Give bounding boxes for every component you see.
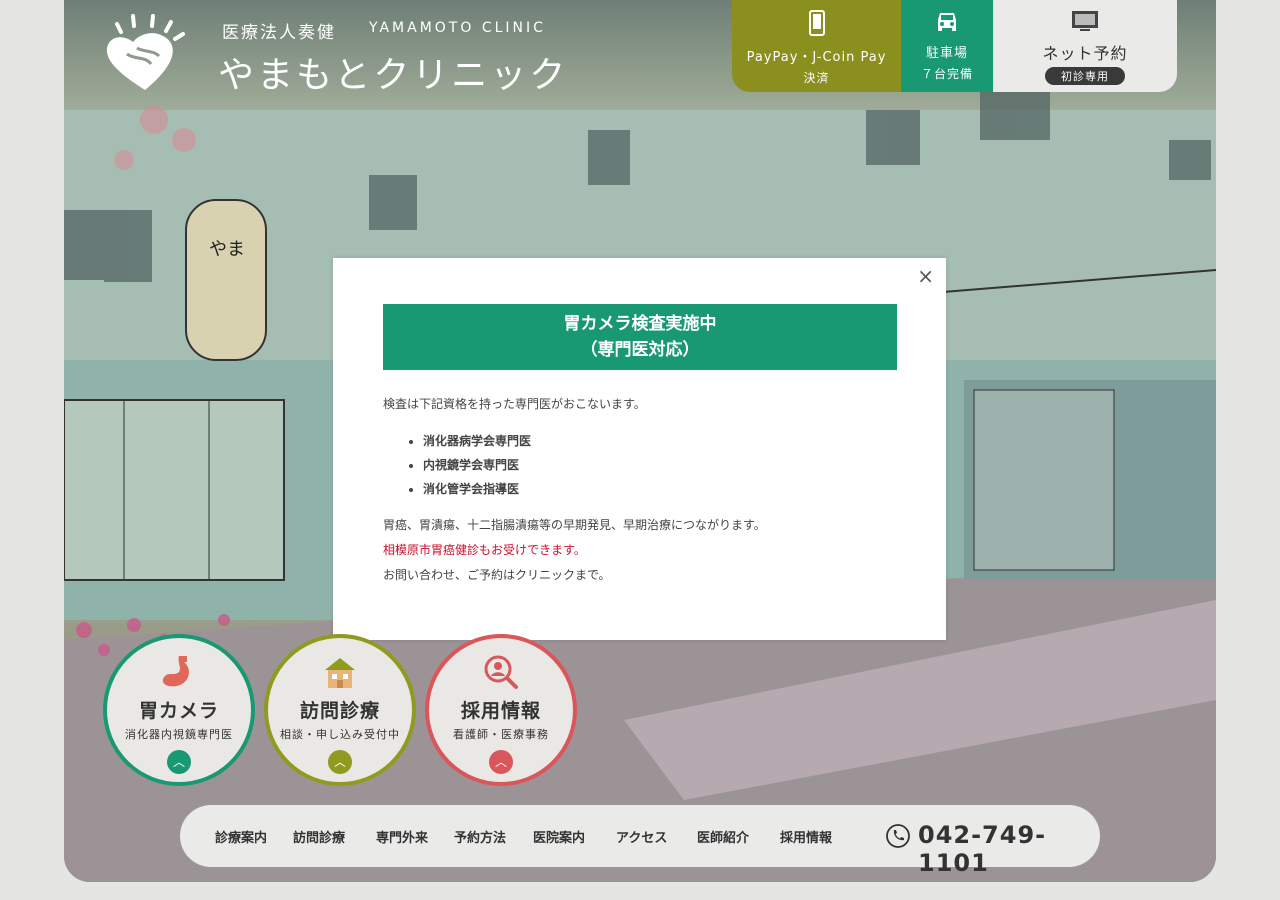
chevron-up-icon: ︿ [489, 750, 513, 774]
recruit-sub: 看護師・医療事務 [453, 728, 549, 741]
smartphone-icon [808, 10, 825, 36]
clinic-logo[interactable] [103, 14, 187, 94]
phone-number[interactable]: 042-749-1101 [918, 821, 1100, 877]
corporation-name: 医療法人奏健 [222, 23, 336, 43]
modal-title-line2: （専門医対応） [580, 340, 700, 360]
payment-label: PayPay・J-Coin Pay [746, 50, 887, 65]
modal-line-red: 相模原市胃癌健診もお受けできます。 [383, 543, 586, 557]
car-icon [938, 13, 956, 31]
payment-button[interactable]: PayPay・J-Coin Pay 決済 [732, 0, 901, 92]
gastroscopy-sub: 消化器内視鏡専門医 [125, 728, 233, 741]
parking-sub: ７台完備 [920, 67, 973, 81]
qualification-item: 内視鏡学会専門医 [423, 453, 897, 477]
gastroscopy-circle-button[interactable]: 胃カメラ 消化器内視鏡専門医 ︿ [103, 634, 255, 786]
parking-button[interactable]: 駐車場 ７台完備 [901, 0, 993, 92]
gastroscopy-title: 胃カメラ [138, 700, 219, 722]
qualification-list: 消化器病学会専門医 内視鏡学会専門医 消化管学会指導医 [383, 429, 897, 501]
modal-title: 胃カメラ検査実施中 （専門医対応） [383, 304, 897, 370]
nav-item-reservation[interactable]: 予約方法 [454, 827, 506, 846]
nav-item-treatment[interactable]: 診療案内 [215, 827, 267, 846]
monitor-icon [1072, 11, 1098, 31]
modal-line1: 胃癌、胃潰瘍、十二指腸潰瘍等の早期発見、早期治療につながります。 [383, 518, 766, 532]
web-reservation-button[interactable]: ネット予約 初診専用 [993, 0, 1177, 92]
parking-label: 駐車場 [925, 46, 968, 61]
nav-item-about[interactable]: 医院案内 [533, 827, 585, 846]
svg-text:やま: やま [209, 239, 245, 260]
nav-item-specialty[interactable]: 専門外来 [376, 827, 428, 846]
nav-item-home-visit[interactable]: 訪問診療 [293, 827, 345, 846]
modal-line3: お問い合わせ、ご予約はクリニックまで。 [383, 568, 611, 582]
qualification-item: 消化器病学会専門医 [423, 429, 897, 453]
clinic-name-english: YAMAMOTO CLINIC [369, 20, 546, 36]
nav-item-recruit[interactable]: 採用情報 [780, 827, 832, 846]
nav-item-access[interactable]: アクセス [616, 827, 667, 846]
first-visit-badge: 初診専用 [1045, 67, 1125, 85]
person-search-icon [484, 655, 518, 689]
nav-item-doctor[interactable]: 医師紹介 [697, 827, 749, 846]
home-visit-title: 訪問診療 [299, 700, 380, 722]
house-icon [325, 658, 355, 688]
modal-title-line1: 胃カメラ検査実施中 [563, 314, 717, 334]
phone-icon [886, 824, 910, 848]
close-icon[interactable]: × [917, 264, 934, 288]
home-visit-circle-button[interactable]: 訪問診療 相談・申し込み受付中 ︿ [264, 634, 416, 786]
qualification-item: 消化管学会指導医 [423, 477, 897, 501]
chevron-up-icon: ︿ [328, 750, 352, 774]
modal-body: 検査は下記資格を持った専門医がおこないます。 消化器病学会専門医 内視鏡学会専門… [383, 392, 897, 588]
recruit-title: 採用情報 [460, 700, 541, 722]
chevron-up-icon: ︿ [167, 750, 191, 774]
home-visit-sub: 相談・申し込み受付中 [280, 728, 400, 741]
global-nav: 診療案内 訪問診療 専門外来 予約方法 医院案内 アクセス 医師紹介 採用情報 … [180, 805, 1100, 877]
web-reservation-label: ネット予約 [1042, 44, 1128, 63]
payment-sub: 決済 [803, 71, 830, 85]
clinic-name[interactable]: やまもとクリニック [218, 46, 568, 98]
modal-intro: 検査は下記資格を持った専門医がおこないます。 [383, 397, 646, 411]
stomach-icon [162, 656, 189, 687]
announcement-modal: × 胃カメラ検査実施中 （専門医対応） 検査は下記資格を持った専門医がおこないま… [333, 258, 946, 640]
recruit-circle-button[interactable]: 採用情報 看護師・医療事務 ︿ [425, 634, 577, 786]
